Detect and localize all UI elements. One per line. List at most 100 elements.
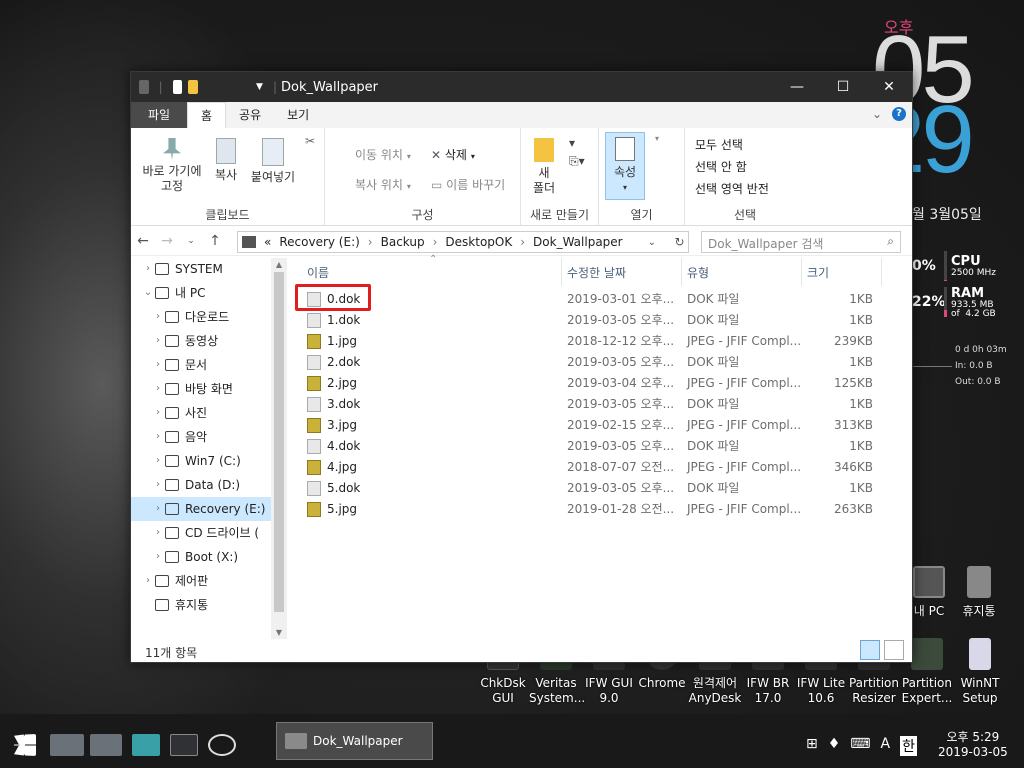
column-size[interactable]: 크기	[807, 264, 829, 281]
expand-arrow-icon[interactable]: ›	[141, 569, 155, 593]
nav-item[interactable]: 휴지통	[131, 593, 271, 617]
expand-arrow-icon[interactable]: ›	[151, 473, 165, 497]
ime-mode-han[interactable]: 한	[900, 736, 917, 756]
tab-file[interactable]: 파일	[131, 102, 187, 128]
file-row[interactable]: 3.dok 2019-03-05 오후... DOK 파일 1KB	[293, 394, 913, 415]
qa-dropdown-icon[interactable]: ▼	[256, 82, 263, 92]
nav-scrollbar[interactable]: ▲ ▼	[271, 258, 287, 639]
tab-home[interactable]: 홈	[187, 102, 227, 128]
file-row[interactable]: 1.dok 2019-03-05 오후... DOK 파일 1KB	[293, 310, 913, 331]
file-row[interactable]: 0.dok 2019-03-01 오후... DOK 파일 1KB	[293, 289, 913, 310]
ribbon-collapse-icon[interactable]: ⌄	[872, 107, 882, 121]
file-row[interactable]: 5.dok 2019-03-05 오후... DOK 파일 1KB	[293, 478, 913, 499]
copy-to-button[interactable]: 복사 위치 ▾	[355, 176, 411, 193]
copy-button[interactable]: 복사	[209, 138, 243, 183]
close-button[interactable]: ✕	[866, 72, 912, 102]
cut-icon[interactable]: ✂	[305, 134, 315, 148]
network-icon[interactable]: ⊞	[806, 736, 818, 756]
easy-access-button[interactable]: ⎘▾	[569, 154, 585, 169]
select-none-button[interactable]: 선택 안 함	[695, 158, 747, 175]
nav-item[interactable]: › 사진	[131, 401, 271, 425]
up-button[interactable]: ↑	[203, 233, 227, 249]
breadcrumb-dok-wallpaper[interactable]: Dok_Wallpaper	[533, 235, 623, 249]
file-row[interactable]: 5.jpg 2019-01-28 오전... JPEG - JFIF Compl..…	[293, 499, 913, 520]
expand-arrow-icon[interactable]: ›	[151, 353, 165, 377]
new-item-button[interactable]: ▾	[569, 136, 575, 150]
column-type[interactable]: 유형	[687, 264, 709, 281]
move-to-button[interactable]: 이동 위치 ▾	[355, 146, 411, 163]
nav-item[interactable]: › 바탕 화면	[131, 377, 271, 401]
refresh-button[interactable]: ↻	[671, 231, 689, 253]
desktop-icon-winnt[interactable]: WinNT Setup	[953, 638, 1007, 706]
nav-item[interactable]: › 문서	[131, 353, 271, 377]
address-bar[interactable]: « Recovery (E:) › Backup › DesktopOK › D…	[237, 231, 689, 253]
taskbar-camera-icon[interactable]	[132, 734, 160, 756]
back-button[interactable]: ←	[131, 233, 155, 249]
rename-button[interactable]: ▭ 이름 바꾸기	[431, 176, 505, 193]
file-row[interactable]: 3.jpg 2019-02-15 오후... JPEG - JFIF Compl..…	[293, 415, 913, 436]
pin-quick-access-button[interactable]: 바로 가기에 고정	[137, 138, 207, 194]
breadcrumb-desktopok[interactable]: DesktopOK	[445, 235, 512, 249]
column-name[interactable]: 이름	[307, 264, 329, 281]
tab-view[interactable]: 보기	[274, 102, 322, 128]
start-windows-icon[interactable]	[14, 734, 36, 756]
nav-item[interactable]: › 동영상	[131, 329, 271, 353]
ime-mode-a[interactable]: A	[881, 736, 891, 756]
file-row[interactable]: 4.jpg 2018-07-07 오전... JPEG - JFIF Compl..…	[293, 457, 913, 478]
select-all-button[interactable]: 모두 선택	[695, 136, 743, 153]
nav-item[interactable]: › Data (D:)	[131, 473, 271, 497]
expand-arrow-icon[interactable]: ⌄	[141, 281, 155, 305]
delete-button[interactable]: ✕ 삭제 ▾	[431, 146, 475, 163]
expand-arrow-icon[interactable]: ›	[151, 305, 165, 329]
expand-arrow-icon[interactable]: ›	[151, 377, 165, 401]
nav-item[interactable]: › 제어판	[131, 569, 271, 593]
expand-arrow-icon[interactable]: ›	[151, 425, 165, 449]
taskbar-folder-icon[interactable]	[90, 734, 122, 756]
invert-selection-button[interactable]: 선택 영역 반전	[695, 180, 769, 197]
properties-button[interactable]: 속성 ▾	[605, 132, 645, 200]
expand-arrow-icon[interactable]: ›	[141, 257, 155, 281]
volume-drop-icon[interactable]: ♦	[828, 736, 841, 756]
search-input[interactable]: Dok_Wallpaper 검색 ⌕	[701, 231, 901, 253]
nav-item[interactable]: › Recovery (E:)	[131, 497, 271, 521]
properties-qa-icon[interactable]	[172, 80, 183, 94]
taskbar-power-icon[interactable]	[208, 734, 236, 756]
taskbar-task-dok-wallpaper[interactable]: Dok_Wallpaper	[276, 722, 433, 760]
forward-button[interactable]: →	[155, 233, 179, 249]
large-icons-view-button[interactable]	[884, 640, 904, 660]
nav-item[interactable]: ⌄ 내 PC	[131, 281, 271, 305]
address-dropdown-icon[interactable]: ⌄	[648, 237, 656, 248]
file-row[interactable]: 4.dok 2019-03-05 오후... DOK 파일 1KB	[293, 436, 913, 457]
breadcrumb-recovery[interactable]: Recovery (E:)	[279, 235, 359, 249]
paste-button[interactable]: 붙여넣기	[247, 138, 299, 185]
expand-arrow-icon[interactable]: ›	[151, 401, 165, 425]
new-folder-qa-icon[interactable]	[188, 80, 199, 94]
maximize-button[interactable]: ☐	[820, 72, 866, 102]
tab-share[interactable]: 공유	[226, 102, 274, 128]
new-folder-button[interactable]: 새 폴더	[529, 138, 559, 196]
file-row[interactable]: 2.dok 2019-03-05 오후... DOK 파일 1KB	[293, 352, 913, 373]
nav-item[interactable]: › CD 드라이브 (	[131, 521, 271, 545]
desktop-icon-recycle[interactable]: 휴지통	[952, 566, 1006, 619]
column-date[interactable]: 수정한 날짜	[567, 264, 626, 281]
expand-arrow-icon[interactable]: ›	[151, 521, 165, 545]
minimize-button[interactable]: —	[774, 72, 820, 102]
breadcrumb-backup[interactable]: Backup	[381, 235, 425, 249]
nav-item[interactable]: › SYSTEM	[131, 257, 271, 281]
nav-item[interactable]: › 음악	[131, 425, 271, 449]
recent-locations-button[interactable]: ⌄	[179, 236, 203, 246]
expand-arrow-icon[interactable]: ›	[151, 449, 165, 473]
taskbar-clock[interactable]: 오후 5:29 2019-03-05	[938, 730, 1008, 760]
nav-item[interactable]: › Win7 (C:)	[131, 449, 271, 473]
nav-scroll-thumb[interactable]	[274, 272, 284, 612]
details-view-button[interactable]	[860, 640, 880, 660]
file-row[interactable]: 1.jpg 2018-12-12 오후... JPEG - JFIF Compl..…	[293, 331, 913, 352]
keyboard-icon[interactable]: ⌨	[850, 736, 870, 756]
open-dropdown-icon[interactable]: ▾	[655, 134, 659, 143]
expand-arrow-icon[interactable]: ›	[151, 329, 165, 353]
help-icon[interactable]: ?	[892, 107, 906, 121]
taskbar-tools-icon[interactable]	[170, 734, 198, 756]
nav-item[interactable]: › 다운로드	[131, 305, 271, 329]
expand-arrow-icon[interactable]: ›	[151, 497, 165, 521]
nav-item[interactable]: › Boot (X:)	[131, 545, 271, 569]
